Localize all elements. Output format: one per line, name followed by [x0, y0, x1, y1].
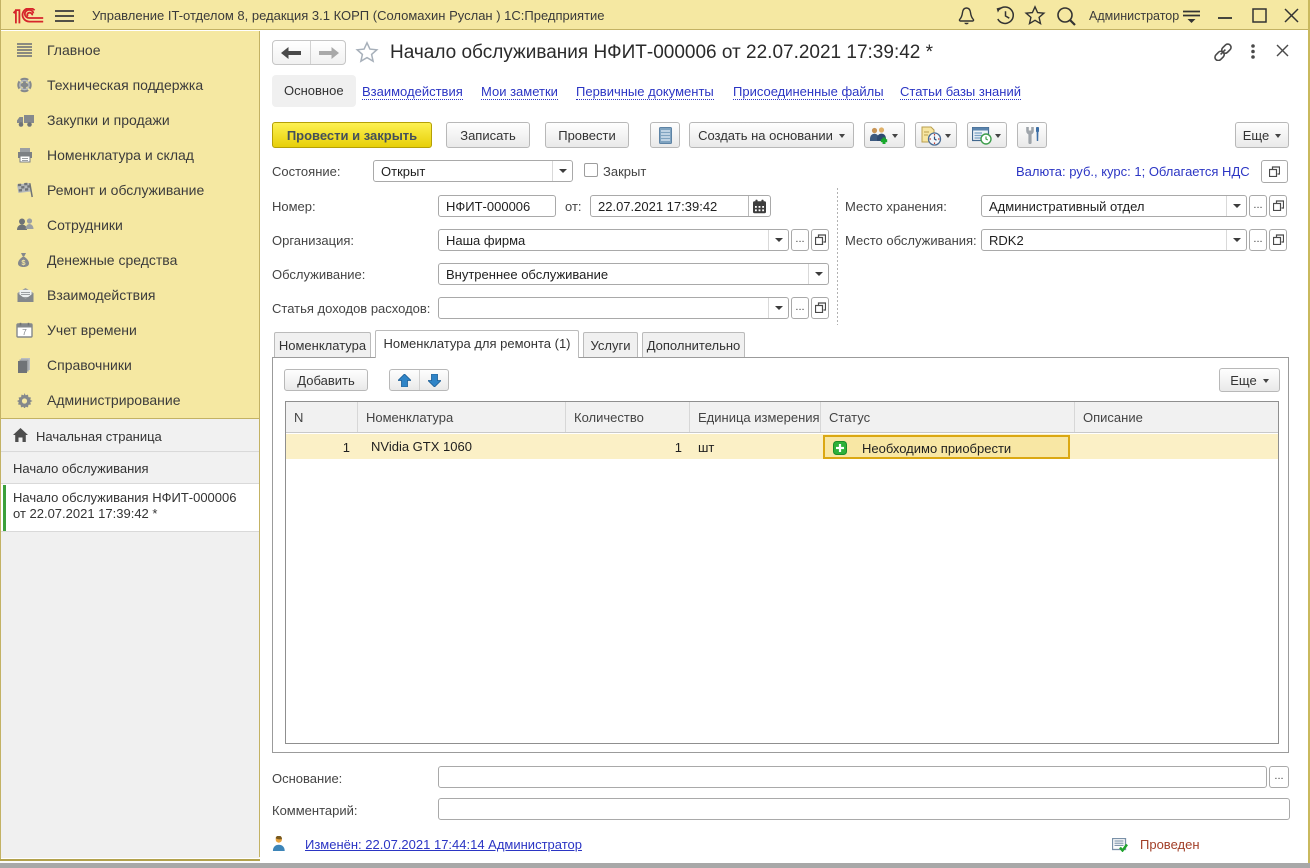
svg-text:7: 7 [22, 327, 27, 337]
